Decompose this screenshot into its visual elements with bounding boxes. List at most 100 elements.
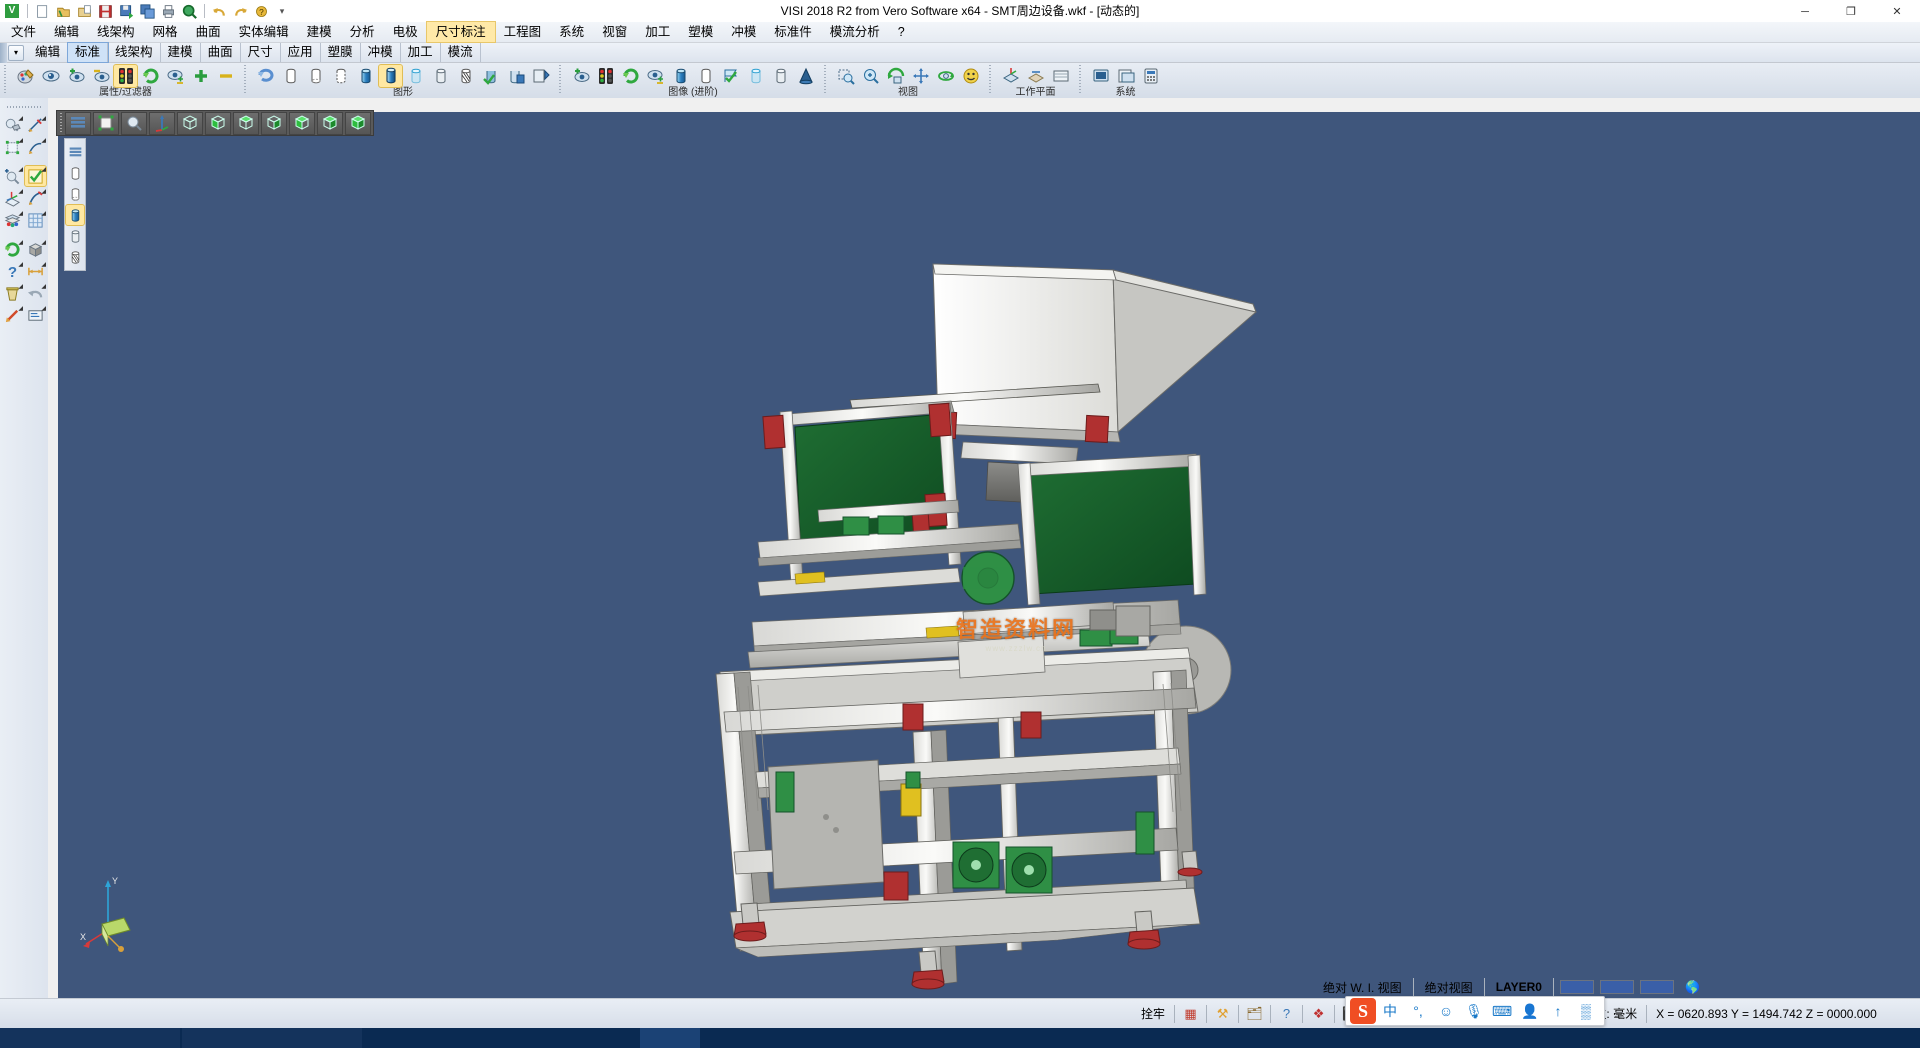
workplane-list-icon[interactable]	[1049, 65, 1072, 87]
shaded-edges-cyl-icon[interactable]	[379, 65, 402, 87]
view-list-icon[interactable]	[65, 112, 91, 135]
taskbar-item-2[interactable]	[182, 1028, 362, 1048]
save-icon[interactable]	[95, 2, 115, 20]
status-color-chip-3[interactable]	[1640, 980, 1674, 994]
zoom-select-icon[interactable]: ◢	[2, 166, 23, 186]
advanced-cone-icon[interactable]	[794, 65, 817, 87]
system-settings-icon[interactable]	[1089, 65, 1112, 87]
tab-surface[interactable]: 曲面	[201, 43, 241, 62]
analyse-icon[interactable]: ◢	[2, 115, 23, 135]
shaded-cyl-icon[interactable]	[354, 65, 377, 87]
status-snap-grid-icon[interactable]: ▦	[1180, 1004, 1201, 1024]
ime-apps-icon[interactable]: ▒	[1574, 999, 1598, 1023]
wireframe-cyl-icon[interactable]	[279, 65, 302, 87]
menu-standard-parts[interactable]: 标准件	[765, 22, 821, 42]
menu-surface[interactable]: 曲面	[187, 22, 230, 42]
advanced-cyl-blue-icon[interactable]	[669, 65, 692, 87]
undo-action-icon[interactable]: ◢	[25, 283, 46, 303]
menu-die[interactable]: 冲模	[722, 22, 765, 42]
menu-solid-edit[interactable]: 实体编辑	[230, 22, 298, 42]
hidden-line-cyl-icon[interactable]	[304, 65, 327, 87]
transparent-cyl-icon[interactable]	[404, 65, 427, 87]
status-color-chips[interactable]	[1557, 980, 1677, 994]
grid-icon[interactable]: ◢	[25, 210, 46, 230]
draw-curve-icon[interactable]: ◢	[25, 137, 46, 157]
view-iso-icon[interactable]	[177, 112, 203, 135]
taskbar-item-3[interactable]	[640, 1028, 700, 1048]
tab-edit[interactable]: 编辑	[28, 43, 68, 62]
status-color-chip-1[interactable]	[1560, 980, 1594, 994]
draw-line-icon[interactable]: ◢	[25, 115, 46, 135]
toggle-visibility-icon[interactable]	[164, 65, 187, 87]
status-layer-icon[interactable]: 🗂	[1244, 1004, 1265, 1024]
menu-mesh[interactable]: 网格	[144, 22, 187, 42]
ribbon-group-handle[interactable]	[3, 64, 9, 94]
app-logo-icon[interactable]: V	[2, 2, 22, 20]
close-button[interactable]: ✕	[1874, 0, 1920, 23]
view-left-icon[interactable]	[289, 112, 315, 135]
menu-machining[interactable]: 加工	[636, 22, 679, 42]
cyl-green-icon[interactable]	[479, 65, 502, 87]
open-file-icon[interactable]	[53, 2, 73, 20]
view-toolbar-handle[interactable]	[58, 112, 64, 134]
advanced-toggle-icon[interactable]	[644, 65, 667, 87]
view-axis-icon[interactable]	[149, 112, 175, 135]
advanced-refresh-icon[interactable]	[619, 65, 642, 87]
panel-cyl-wire-icon[interactable]	[66, 163, 84, 183]
open-recent-icon[interactable]	[74, 2, 94, 20]
menu-wireframe[interactable]: 线架构	[88, 22, 144, 42]
pan-icon[interactable]	[909, 65, 932, 87]
menu-analysis[interactable]: 分析	[341, 22, 384, 42]
tab-wireframe[interactable]: 线架构	[108, 43, 161, 62]
view-top-icon[interactable]	[233, 112, 259, 135]
status-magnet-icon[interactable]: ⚒	[1212, 1004, 1233, 1024]
cyl-blue-icon[interactable]	[504, 65, 527, 87]
print-preview-icon[interactable]	[179, 2, 199, 20]
ime-keyboard-icon[interactable]: ⌨	[1490, 999, 1514, 1023]
left-palette-drag-handle[interactable]	[7, 104, 41, 110]
delete-icon[interactable]: ◢	[2, 283, 23, 303]
status-absolute-view[interactable]: 绝对视图	[1417, 977, 1481, 997]
tab-dimension[interactable]: 尺寸	[241, 43, 281, 62]
view-right-icon[interactable]	[261, 112, 287, 135]
status-solid-icon[interactable]: ❖	[1308, 1004, 1329, 1024]
view-manager-icon[interactable]	[884, 65, 907, 87]
menu-mould[interactable]: 塑模	[679, 22, 722, 42]
panel-list-icon[interactable]	[66, 142, 84, 162]
overflow-chevron-icon[interactable]: ▾	[272, 2, 292, 20]
advanced-check-icon[interactable]	[719, 65, 742, 87]
zoom-all-icon[interactable]	[859, 65, 882, 87]
new-file-icon[interactable]	[32, 2, 52, 20]
section-cyl-icon[interactable]	[454, 65, 477, 87]
sogou-logo-icon[interactable]: S	[1350, 998, 1376, 1024]
minimize-button[interactable]: ─	[1782, 0, 1828, 23]
marker-icon[interactable]: ◢	[2, 305, 23, 325]
hidden-dash-cyl-icon[interactable]	[329, 65, 352, 87]
add-entity-icon[interactable]	[64, 65, 87, 87]
menu-window[interactable]: 视窗	[593, 22, 636, 42]
ribbon-group-handle[interactable]	[988, 64, 994, 94]
redo-icon[interactable]	[230, 2, 250, 20]
status-help-icon[interactable]: ?	[1276, 1004, 1297, 1024]
layers-color-icon[interactable]: ◢	[2, 210, 23, 230]
advanced-traffic-icon[interactable]	[594, 65, 617, 87]
view-back-icon[interactable]	[317, 112, 343, 135]
menu-help[interactable]: ?	[889, 22, 914, 42]
view-front-icon[interactable]	[205, 112, 231, 135]
help-icon[interactable]: ?	[251, 2, 271, 20]
advanced-cyl-gray-icon[interactable]	[769, 65, 792, 87]
menu-drafting[interactable]: 工程图	[495, 22, 551, 42]
view-zoom-icon[interactable]	[121, 112, 147, 135]
ribbon-group-handle[interactable]	[1078, 64, 1084, 94]
traffic-light-icon[interactable]	[114, 65, 137, 87]
ime-punctuation-icon[interactable]: °,	[1406, 999, 1430, 1023]
panel-cyl-section-icon[interactable]	[66, 247, 84, 267]
refresh-view-icon[interactable]: ◢	[2, 239, 23, 259]
menu-file[interactable]: 文件	[2, 22, 45, 42]
save-all-icon[interactable]	[137, 2, 157, 20]
ribbon-group-handle[interactable]	[558, 64, 564, 94]
confirm-check-icon[interactable]: ◢	[25, 166, 46, 186]
tabstrip-dropdown-button[interactable]: ▾	[8, 45, 24, 61]
menu-edit[interactable]: 编辑	[45, 22, 88, 42]
refresh-green-icon[interactable]	[139, 65, 162, 87]
